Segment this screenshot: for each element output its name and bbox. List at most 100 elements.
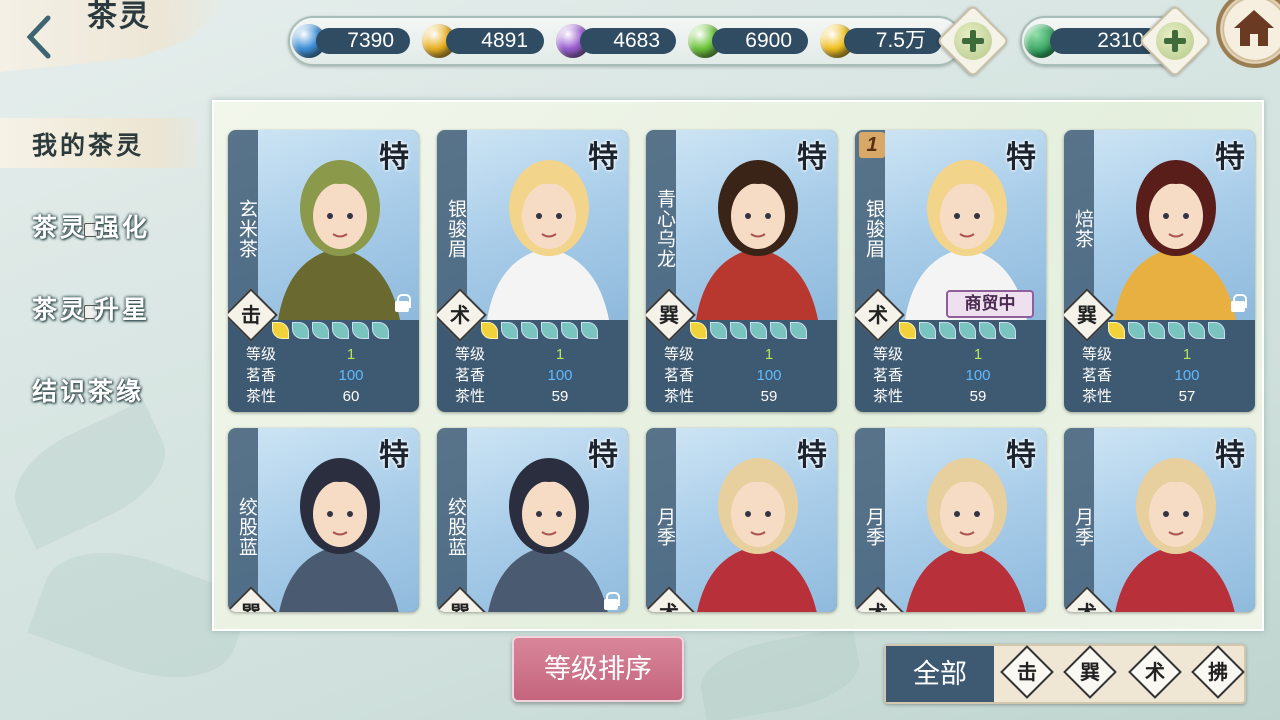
leaf-star-icon [501,322,518,339]
rarity-tag: 特 [1215,438,1245,473]
leaf-star-icon [710,322,727,339]
rarity-tag: 特 [588,140,618,175]
fragrance-value: 100 [1174,367,1200,384]
background-leaf [695,626,865,720]
leaf-star-icon [481,322,498,339]
stat-label: 等级 [873,346,904,363]
rarity-tag: 特 [379,438,409,473]
chevron-left-icon [26,15,51,59]
leaf-star-icon [292,322,309,339]
level-value: 1 [346,346,356,363]
stat-label: 茗香 [246,367,277,384]
star-leaves [899,322,1016,342]
resource-count: 4683 [580,28,676,54]
rarity-tag: 特 [588,438,618,473]
rarity-tag: 特 [379,140,409,175]
status-badge: 商贸中 [946,290,1034,318]
background-leaf [0,400,182,550]
stat-label: 等级 [1082,346,1113,363]
character-card[interactable]: 绞股蓝 特巽 [228,428,419,612]
faction-label: 击 [241,303,261,327]
sidebar-item-star-up[interactable]: 茶灵 升星 [32,290,150,326]
leaf-star-icon [1208,322,1225,339]
leaf-star-icon [1108,322,1125,339]
resource-count: 4891 [446,28,544,54]
stat-label: 茶性 [873,388,904,405]
character-card[interactable]: 焙茶特巽等级 1 茗香 100 茶性 57 [1064,130,1255,412]
nature-value: 59 [760,388,778,405]
filter-fu-button[interactable]: 拂 [1191,645,1245,699]
star-leaves [272,322,389,342]
character-name: 月季 [646,428,676,612]
leaf-star-icon [272,322,289,339]
character-card[interactable]: 月季 特术 [1064,428,1255,612]
card-stats: 等级 1 茗香 100 茶性 60 [228,344,419,412]
stat-label: 茶性 [455,388,486,405]
character-card[interactable]: 绞股蓝 特巽 [437,428,628,612]
faction-label: 术 [450,303,470,327]
character-name: 绞股蓝 [228,428,258,612]
character-card[interactable]: 青心乌龙特巽等级 1 茗香 100 茶性 59 [646,130,837,412]
level-value: 1 [555,346,565,363]
character-card[interactable]: 银骏眉特术等级 1 茗香 100 茶性 59 [437,130,628,412]
rarity-tag: 特 [797,140,827,175]
nature-value: 57 [1178,388,1196,405]
leaf-star-icon [959,322,976,339]
level-value: 1 [764,346,774,363]
leaf-star-icon [770,322,787,339]
stat-label: 茶性 [664,388,695,405]
character-card[interactable]: 玄米茶特击等级 1 茗香 100 茶性 60 [228,130,419,412]
plus-icon [1156,22,1194,60]
faction-label: 术 [861,596,895,612]
filter-all-button[interactable]: 全部 [886,646,994,702]
leaf-star-icon [1128,322,1145,339]
sidebar-item-my-tea-spirits[interactable]: 我的茶灵 [32,126,144,162]
faction-filter: 全部 击 巽 术 拂 [884,644,1246,704]
leaf-star-icon [919,322,936,339]
filter-shu-button[interactable]: 术 [1128,645,1182,699]
stat-label: 等级 [664,346,695,363]
character-card[interactable]: 月季 特术 [646,428,837,612]
card-number-badge: 1 [859,132,885,158]
stat-label: 茗香 [455,367,486,384]
character-name: 绞股蓝 [437,428,467,612]
faction-label: 术 [868,303,888,327]
star-leaves [1108,322,1225,342]
stat-label: 茗香 [873,367,904,384]
leaf-star-icon [1188,322,1205,339]
lock-icon [604,592,620,610]
plus-icon [954,22,992,60]
rarity-tag: 特 [1215,140,1245,175]
faction-label: 术 [1070,596,1104,612]
faction-label: 巽 [443,596,477,612]
leaf-star-icon [332,322,349,339]
card-stats: 等级 1 茗香 100 茶性 59 [437,344,628,412]
leaf-star-icon [561,322,578,339]
filter-ji-button[interactable]: 击 [1000,645,1054,699]
sort-by-level-button[interactable]: 等级排序 [512,636,684,702]
home-button[interactable] [1216,0,1280,68]
fragrance-value: 100 [756,367,782,384]
resource-count: 7.5万 [844,28,942,54]
add-resources-button[interactable] [936,4,1010,78]
fragrance-value: 100 [965,367,991,384]
sidebar-item-tea-fate[interactable]: 结识茶缘 [32,372,144,408]
level-value: 1 [1182,346,1192,363]
stat-label: 茗香 [1082,367,1113,384]
faction-label: 巽 [234,596,268,612]
leaf-star-icon [1148,322,1165,339]
leaf-star-icon [581,322,598,339]
resource-count: 7390 [316,28,410,54]
back-button[interactable] [22,14,58,60]
leaf-star-icon [730,322,747,339]
nature-value: 59 [969,388,987,405]
character-card[interactable]: 银骏眉特 1 术商贸中 等级 1 茗香 100 茶性 59 [855,130,1046,412]
sidebar-item-enhance[interactable]: 茶灵 强化 [32,208,150,244]
stat-label: 茗香 [664,367,695,384]
fragrance-value: 100 [338,367,364,384]
leaf-star-icon [1168,322,1185,339]
filter-xun-button[interactable]: 巽 [1063,645,1117,699]
character-card[interactable]: 月季 特术 [855,428,1046,612]
rarity-tag: 特 [1006,140,1036,175]
lock-icon [1231,294,1247,312]
